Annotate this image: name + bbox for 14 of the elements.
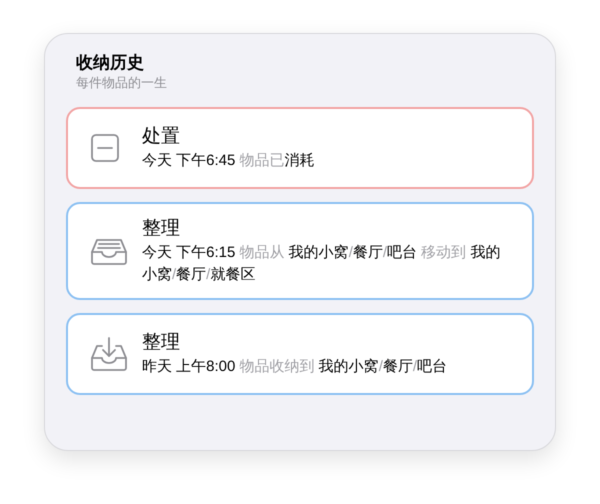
tray-icon [90,236,128,266]
card-subtitle: 每件物品的一生 [75,74,168,92]
entry-detail: 今天 下午6:15 物品从 我的小窝/餐厅/吧台 移动到 我的小窝/餐厅/就餐区 [142,243,502,285]
entry-detail: 昨天 上午8:00 物品收纳到 我的小窝/餐厅/吧台 [142,357,448,377]
history-entry[interactable]: 处置 今天 下午6:45 物品已消耗 [66,107,534,189]
entry-title: 整理 [142,217,181,241]
history-entry[interactable]: 整理 昨天 上午8:00 物品收纳到 我的小窝/餐厅/吧台 [66,313,534,395]
entry-detail: 今天 下午6:45 物品已消耗 [142,151,316,171]
history-entry[interactable]: 整理 今天 下午6:15 物品从 我的小窝/餐厅/吧台 移动到 我的小窝/餐厅/就餐区 [66,202,534,300]
minus-square-icon [90,133,120,163]
entry-title: 处置 [142,125,181,149]
entry-title: 整理 [142,331,181,355]
card-title: 收纳历史 [75,52,145,74]
tray-download-icon [90,336,128,372]
